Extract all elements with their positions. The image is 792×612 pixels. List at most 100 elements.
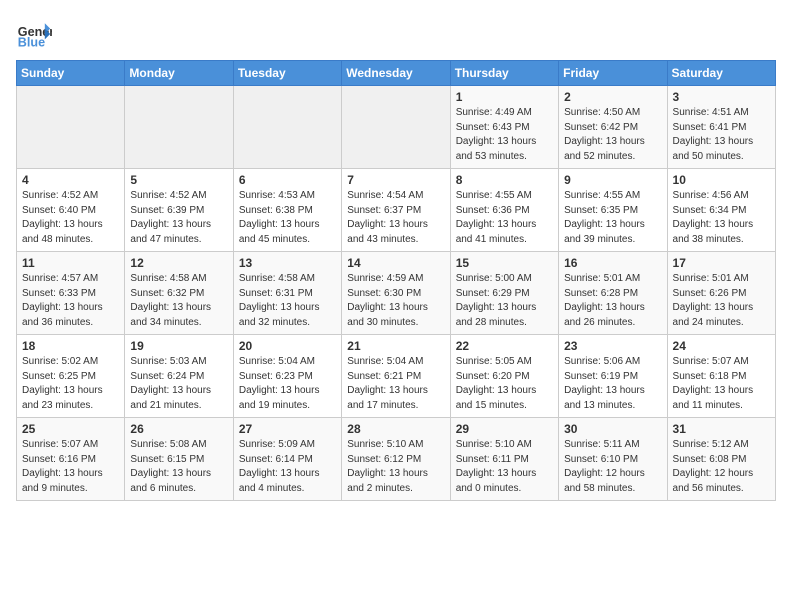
calendar-cell: 3 Sunrise: 4:51 AM Sunset: 6:41 PM Daylig… xyxy=(667,86,775,169)
calendar-cell: 25 Sunrise: 5:07 AM Sunset: 6:16 PM Dayli… xyxy=(17,418,125,501)
calendar-week-row: 4 Sunrise: 4:52 AM Sunset: 6:40 PM Daylig… xyxy=(17,169,776,252)
day-info: Sunrise: 5:04 AM Sunset: 6:23 PM Dayligh… xyxy=(239,355,336,413)
calendar-header-row: SundayMondayTuesdayWednesdayThursdayFrid… xyxy=(17,61,776,86)
day-number: 9 xyxy=(564,173,661,187)
calendar-week-row: 11 Sunrise: 4:57 AM Sunset: 6:33 PM Dayli… xyxy=(17,252,776,335)
day-number: 6 xyxy=(239,173,336,187)
calendar-cell: 1 Sunrise: 4:49 AM Sunset: 6:43 PM Daylig… xyxy=(450,86,558,169)
calendar-cell: 28 Sunrise: 5:10 AM Sunset: 6:12 PM Dayli… xyxy=(342,418,450,501)
day-number: 29 xyxy=(456,422,553,436)
day-number: 28 xyxy=(347,422,444,436)
day-info: Sunrise: 4:58 AM Sunset: 6:31 PM Dayligh… xyxy=(239,272,336,330)
calendar-cell: 4 Sunrise: 4:52 AM Sunset: 6:40 PM Daylig… xyxy=(17,169,125,252)
day-info: Sunrise: 4:51 AM Sunset: 6:41 PM Dayligh… xyxy=(673,106,770,164)
day-info: Sunrise: 5:02 AM Sunset: 6:25 PM Dayligh… xyxy=(22,355,119,413)
calendar-cell: 31 Sunrise: 5:12 AM Sunset: 6:08 PM Dayli… xyxy=(667,418,775,501)
calendar-header-tuesday: Tuesday xyxy=(233,61,341,86)
calendar-cell: 9 Sunrise: 4:55 AM Sunset: 6:35 PM Daylig… xyxy=(559,169,667,252)
day-info: Sunrise: 4:57 AM Sunset: 6:33 PM Dayligh… xyxy=(22,272,119,330)
day-number: 10 xyxy=(673,173,770,187)
day-number: 3 xyxy=(673,90,770,104)
day-number: 11 xyxy=(22,256,119,270)
day-number: 22 xyxy=(456,339,553,353)
day-number: 15 xyxy=(456,256,553,270)
day-info: Sunrise: 4:58 AM Sunset: 6:32 PM Dayligh… xyxy=(130,272,227,330)
calendar-cell xyxy=(342,86,450,169)
day-info: Sunrise: 5:10 AM Sunset: 6:11 PM Dayligh… xyxy=(456,438,553,496)
day-info: Sunrise: 4:55 AM Sunset: 6:36 PM Dayligh… xyxy=(456,189,553,247)
day-number: 17 xyxy=(673,256,770,270)
day-info: Sunrise: 5:06 AM Sunset: 6:19 PM Dayligh… xyxy=(564,355,661,413)
day-info: Sunrise: 5:07 AM Sunset: 6:16 PM Dayligh… xyxy=(22,438,119,496)
calendar-table: SundayMondayTuesdayWednesdayThursdayFrid… xyxy=(16,60,776,501)
day-number: 16 xyxy=(564,256,661,270)
day-info: Sunrise: 5:10 AM Sunset: 6:12 PM Dayligh… xyxy=(347,438,444,496)
calendar-cell: 2 Sunrise: 4:50 AM Sunset: 6:42 PM Daylig… xyxy=(559,86,667,169)
calendar-week-row: 1 Sunrise: 4:49 AM Sunset: 6:43 PM Daylig… xyxy=(17,86,776,169)
day-number: 21 xyxy=(347,339,444,353)
calendar-cell xyxy=(125,86,233,169)
day-number: 19 xyxy=(130,339,227,353)
calendar-cell: 14Sunrise: 4:59 AM Sunset: 6:30 PM Dayli… xyxy=(342,252,450,335)
day-info: Sunrise: 4:56 AM Sunset: 6:34 PM Dayligh… xyxy=(673,189,770,247)
day-info: Sunrise: 4:50 AM Sunset: 6:42 PM Dayligh… xyxy=(564,106,661,164)
calendar-cell: 19Sunrise: 5:03 AM Sunset: 6:24 PM Dayli… xyxy=(125,335,233,418)
calendar-cell xyxy=(17,86,125,169)
calendar-cell: 23 Sunrise: 5:06 AM Sunset: 6:19 PM Dayli… xyxy=(559,335,667,418)
day-info: Sunrise: 4:54 AM Sunset: 6:37 PM Dayligh… xyxy=(347,189,444,247)
day-info: Sunrise: 5:00 AM Sunset: 6:29 PM Dayligh… xyxy=(456,272,553,330)
calendar-body: 1 Sunrise: 4:49 AM Sunset: 6:43 PM Daylig… xyxy=(17,86,776,501)
day-number: 1 xyxy=(456,90,553,104)
calendar-header-friday: Friday xyxy=(559,61,667,86)
svg-text:Blue: Blue xyxy=(18,36,45,50)
calendar-week-row: 25 Sunrise: 5:07 AM Sunset: 6:16 PM Dayli… xyxy=(17,418,776,501)
day-number: 2 xyxy=(564,90,661,104)
day-number: 20 xyxy=(239,339,336,353)
calendar-cell: 5Sunrise: 4:52 AM Sunset: 6:39 PM Daylig… xyxy=(125,169,233,252)
day-number: 7 xyxy=(347,173,444,187)
day-number: 24 xyxy=(673,339,770,353)
calendar-cell: 17Sunrise: 5:01 AM Sunset: 6:26 PM Dayli… xyxy=(667,252,775,335)
logo-icon: General Blue xyxy=(16,16,52,52)
day-info: Sunrise: 5:07 AM Sunset: 6:18 PM Dayligh… xyxy=(673,355,770,413)
day-number: 31 xyxy=(673,422,770,436)
day-info: Sunrise: 4:49 AM Sunset: 6:43 PM Dayligh… xyxy=(456,106,553,164)
day-info: Sunrise: 5:08 AM Sunset: 6:15 PM Dayligh… xyxy=(130,438,227,496)
day-number: 27 xyxy=(239,422,336,436)
calendar-cell: 29 Sunrise: 5:10 AM Sunset: 6:11 PM Dayli… xyxy=(450,418,558,501)
day-number: 25 xyxy=(22,422,119,436)
calendar-cell: 18 Sunrise: 5:02 AM Sunset: 6:25 PM Dayli… xyxy=(17,335,125,418)
day-number: 8 xyxy=(456,173,553,187)
day-info: Sunrise: 4:59 AM Sunset: 6:30 PM Dayligh… xyxy=(347,272,444,330)
day-info: Sunrise: 4:55 AM Sunset: 6:35 PM Dayligh… xyxy=(564,189,661,247)
day-number: 4 xyxy=(22,173,119,187)
day-info: Sunrise: 5:04 AM Sunset: 6:21 PM Dayligh… xyxy=(347,355,444,413)
day-info: Sunrise: 4:52 AM Sunset: 6:40 PM Dayligh… xyxy=(22,189,119,247)
page-header: General Blue xyxy=(16,16,776,52)
day-info: Sunrise: 4:52 AM Sunset: 6:39 PM Dayligh… xyxy=(130,189,227,247)
day-info: Sunrise: 5:01 AM Sunset: 6:28 PM Dayligh… xyxy=(564,272,661,330)
day-info: Sunrise: 4:53 AM Sunset: 6:38 PM Dayligh… xyxy=(239,189,336,247)
calendar-cell: 7 Sunrise: 4:54 AM Sunset: 6:37 PM Daylig… xyxy=(342,169,450,252)
calendar-cell: 26Sunrise: 5:08 AM Sunset: 6:15 PM Dayli… xyxy=(125,418,233,501)
calendar-header-monday: Monday xyxy=(125,61,233,86)
day-info: Sunrise: 5:12 AM Sunset: 6:08 PM Dayligh… xyxy=(673,438,770,496)
calendar-header-wednesday: Wednesday xyxy=(342,61,450,86)
calendar-cell: 24 Sunrise: 5:07 AM Sunset: 6:18 PM Dayli… xyxy=(667,335,775,418)
day-info: Sunrise: 5:11 AM Sunset: 6:10 PM Dayligh… xyxy=(564,438,661,496)
calendar-cell: 10 Sunrise: 4:56 AM Sunset: 6:34 PM Dayli… xyxy=(667,169,775,252)
calendar-cell xyxy=(233,86,341,169)
day-info: Sunrise: 5:09 AM Sunset: 6:14 PM Dayligh… xyxy=(239,438,336,496)
calendar-cell: 27 Sunrise: 5:09 AM Sunset: 6:14 PM Dayli… xyxy=(233,418,341,501)
day-number: 23 xyxy=(564,339,661,353)
day-number: 12 xyxy=(130,256,227,270)
calendar-cell: 21 Sunrise: 5:04 AM Sunset: 6:21 PM Dayli… xyxy=(342,335,450,418)
calendar-cell: 16 Sunrise: 5:01 AM Sunset: 6:28 PM Dayli… xyxy=(559,252,667,335)
calendar-cell: 22Sunrise: 5:05 AM Sunset: 6:20 PM Dayli… xyxy=(450,335,558,418)
calendar-cell: 13Sunrise: 4:58 AM Sunset: 6:31 PM Dayli… xyxy=(233,252,341,335)
logo: General Blue xyxy=(16,16,56,52)
calendar-cell: 6 Sunrise: 4:53 AM Sunset: 6:38 PM Daylig… xyxy=(233,169,341,252)
day-number: 18 xyxy=(22,339,119,353)
calendar-cell: 20 Sunrise: 5:04 AM Sunset: 6:23 PM Dayli… xyxy=(233,335,341,418)
calendar-week-row: 18 Sunrise: 5:02 AM Sunset: 6:25 PM Dayli… xyxy=(17,335,776,418)
